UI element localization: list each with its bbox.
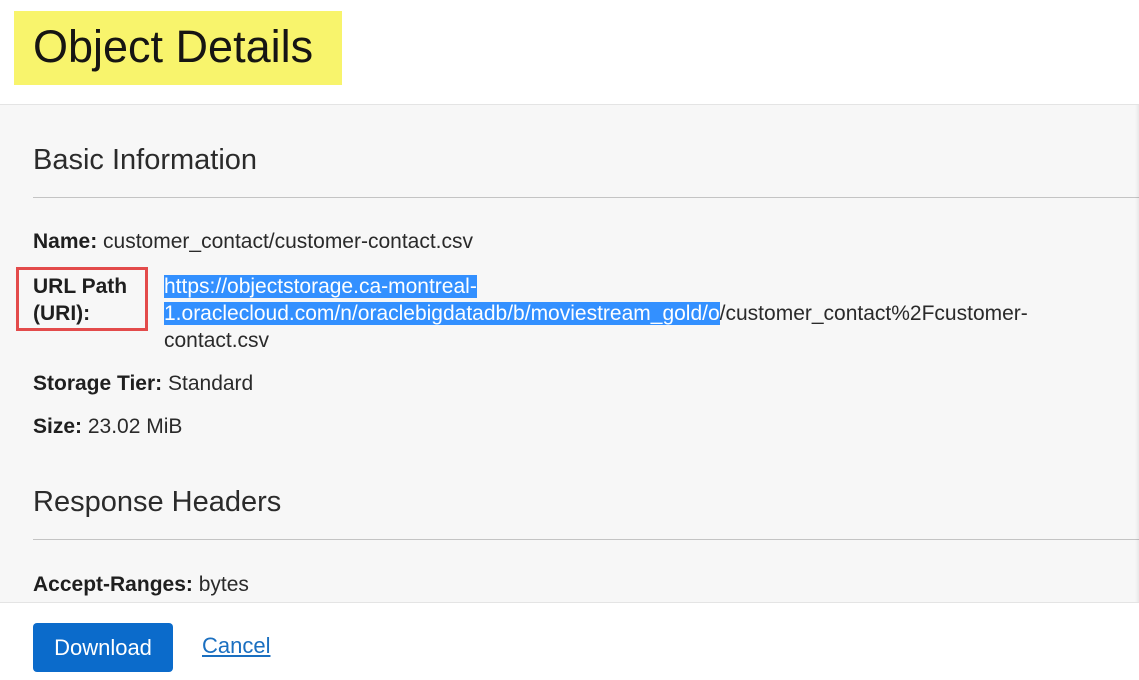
basic-information-heading: Basic Information (33, 144, 258, 176)
details-body[interactable]: Basic Information Name: customer_contact… (0, 105, 1139, 602)
url-selected-text[interactable]: 1.oraclecloud.com/n/oraclebigdatadb/b/mo… (164, 302, 720, 325)
size-field: Size: 23.02 MiB (33, 414, 182, 440)
scroll-edge (1135, 105, 1139, 602)
response-headers-heading: Response Headers (33, 486, 282, 518)
size-label: Size: (33, 415, 83, 438)
name-field: Name: customer_contact/customer-contact.… (33, 229, 473, 255)
size-value: 23.02 MiB (87, 415, 183, 438)
section-divider (33, 539, 1139, 540)
name-value: customer_contact/customer-contact.csv (103, 230, 474, 253)
panel-header: Object Details (0, 0, 1139, 105)
url-path-label: URL Path (URI): (33, 275, 128, 325)
storage-tier-field: Storage Tier: Standard (33, 371, 253, 397)
accept-ranges-field: Accept-Ranges: bytes (33, 572, 249, 598)
url-path-value[interactable]: https://objectstorage.ca-montreal- 1.ora… (164, 273, 1139, 354)
accept-ranges-label: Accept-Ranges: (33, 573, 193, 596)
accept-ranges-value: bytes (198, 573, 249, 596)
cancel-link[interactable]: Cancel (202, 633, 270, 659)
section-divider (33, 197, 1139, 198)
storage-tier-value: Standard (168, 372, 254, 395)
url-unselected-text[interactable]: contact.csv (164, 327, 1139, 354)
url-selected-text[interactable]: https://objectstorage.ca-montreal- (164, 275, 477, 298)
storage-tier-label: Storage Tier: (33, 372, 163, 395)
page-title: Object Details (33, 21, 314, 72)
url-unselected-text[interactable]: /customer_contact%2Fcustomer- (720, 302, 1028, 325)
download-button[interactable]: Download (33, 623, 173, 672)
panel-footer: Download Cancel (0, 602, 1139, 680)
name-label: Name: (33, 230, 98, 253)
